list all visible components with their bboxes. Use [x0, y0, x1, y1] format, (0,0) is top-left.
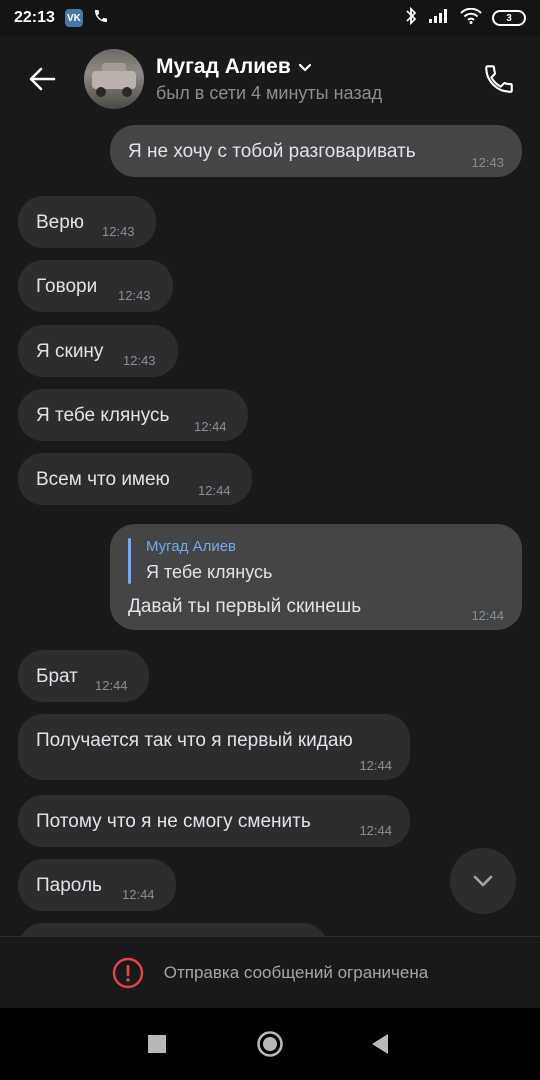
message-time: 12:44 [122, 887, 155, 902]
wifi-icon [460, 7, 482, 29]
signal-icon [428, 8, 450, 29]
status-bar: 22:13 VK 3 [0, 0, 540, 36]
system-nav-bar [0, 1008, 540, 1080]
message-time: 12:44 [359, 823, 392, 838]
battery-icon: 3 [492, 10, 526, 26]
message-incoming[interactable]: Я скину 12:43 [18, 325, 178, 377]
vk-icon: VK [64, 9, 83, 27]
message-list[interactable]: Я не хочу с тобой разговаривать 12:43 Ве… [0, 122, 540, 936]
message-text: Брат [36, 666, 78, 687]
message-incoming[interactable]: Получается так что я первый кидаю 12:44 [18, 714, 410, 780]
recents-button[interactable] [139, 1026, 175, 1062]
message-time: 12:43 [102, 224, 135, 239]
reply-text: Я тебе клянусь [146, 562, 273, 582]
message-incoming[interactable]: Пароль 12:44 [18, 859, 176, 911]
scroll-down-button[interactable] [450, 848, 516, 914]
message-incoming[interactable]: Всем что имею 12:44 [18, 453, 252, 505]
status-left: 22:13 VK [14, 8, 109, 29]
chat-header: Мугад Алиев был в сети 4 минуты назад [0, 36, 540, 122]
restricted-notice: Отправка сообщений ограничена [0, 936, 540, 1008]
message-text: Потому что я не смогу сменить [36, 811, 311, 832]
message-time: 12:43 [471, 155, 504, 170]
recents-square-icon [148, 1035, 166, 1053]
nav-back-button[interactable] [362, 1026, 398, 1062]
chevron-down-icon [298, 63, 311, 72]
message-text: Пароль [36, 875, 102, 896]
message-text: Говори [36, 276, 98, 297]
message-text: Получается так что я первый кидаю [36, 730, 353, 751]
message-text: Я тебе клянусь [36, 405, 170, 426]
status-time: 22:13 [14, 9, 55, 26]
message-incoming[interactable]: Говори 12:43 [18, 260, 173, 312]
back-triangle-icon [372, 1034, 388, 1054]
home-button[interactable] [252, 1026, 288, 1062]
contact-info[interactable]: Мугад Алиев был в сети 4 минуты назад [156, 55, 382, 104]
restricted-text: Отправка сообщений ограничена [163, 962, 429, 982]
message-time: 12:44 [198, 483, 231, 498]
message-time: 12:44 [95, 678, 128, 693]
back-arrow-icon [29, 67, 56, 91]
contact-status: был в сети 4 минуты назад [156, 82, 383, 103]
reply-quote-bar [128, 538, 131, 584]
warning-circle-icon [112, 957, 143, 988]
message-incoming[interactable]: Потому что я не смогу сменить 12:44 [18, 795, 410, 847]
avatar[interactable] [84, 49, 144, 109]
message-outgoing[interactable]: Я не хочу с тобой разговаривать 12:43 [110, 125, 522, 177]
home-circle-icon [257, 1031, 283, 1057]
message-incoming-partial[interactable] [18, 923, 328, 936]
message-incoming[interactable]: Верю 12:43 [18, 196, 156, 248]
message-time: 12:44 [471, 608, 504, 623]
message-text: Всем что имею [36, 469, 170, 490]
message-incoming[interactable]: Брат 12:44 [18, 650, 149, 702]
message-text: Я не хочу с тобой разговаривать [128, 141, 416, 162]
message-text: Давай ты первый скинешь [128, 596, 362, 617]
contact-name: Мугад Алиев [156, 54, 291, 78]
message-time: 12:43 [118, 288, 151, 303]
message-text: Верю [36, 212, 85, 233]
message-time: 12:44 [359, 758, 392, 773]
message-text: Я скину [36, 341, 104, 362]
bluetooth-icon [404, 6, 418, 30]
reply-author: Мугад Алиев [146, 538, 237, 555]
chevron-down-icon [473, 875, 493, 887]
phone-call-icon [485, 65, 513, 93]
back-button[interactable] [0, 36, 84, 122]
status-right: 3 [404, 6, 526, 30]
message-incoming[interactable]: Я тебе клянусь 12:44 [18, 389, 248, 441]
phone-icon [93, 8, 109, 29]
message-outgoing-reply[interactable]: Мугад Алиев Я тебе клянусь Давай ты перв… [110, 524, 522, 630]
message-time: 12:43 [123, 353, 156, 368]
call-button[interactable] [478, 58, 520, 100]
message-time: 12:44 [194, 419, 227, 434]
